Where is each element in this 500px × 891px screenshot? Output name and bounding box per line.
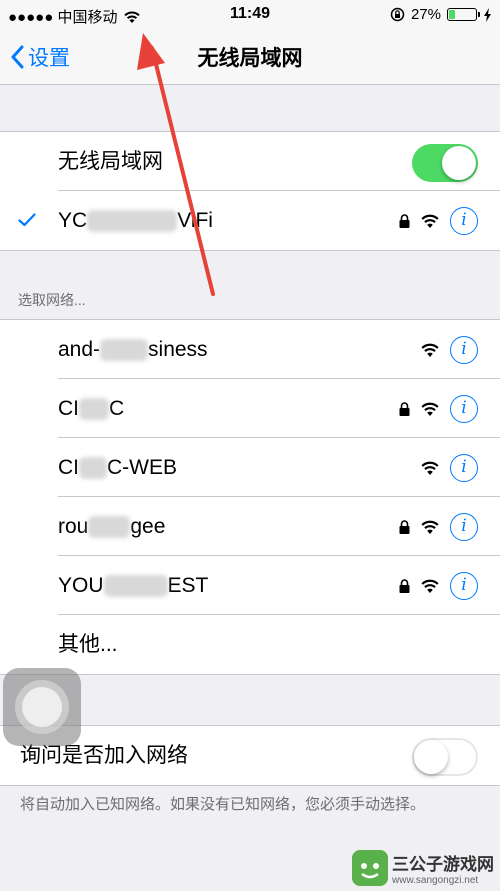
info-icon[interactable]: i [450,394,478,423]
info-icon[interactable]: i [450,335,478,364]
info-icon[interactable]: i [450,571,478,600]
info-icon[interactable]: i [450,453,478,482]
wifi-main-group: 无线局域网 YC ViFi i [0,131,500,251]
network-icons: i [399,497,478,556]
network-name-prefix: YC [58,209,88,232]
wifi-toggle-switch[interactable] [412,144,478,182]
network-name-prefix: YOU [58,574,104,597]
wifi-icon [421,214,439,228]
redacted-blur [87,210,178,233]
wifi-icon [421,579,439,593]
redacted-blur [88,516,131,539]
network-name-suffix: EST [167,574,209,597]
redacted-blur [103,575,168,598]
network-icons: i [399,191,478,250]
battery-fill [449,10,455,19]
network-name-suffix: C [109,397,125,420]
navigation-bar: 设置 无线局域网 [0,30,500,85]
network-row[interactable]: YOU EST i [0,556,500,615]
network-name: rou gee [58,497,165,556]
ask-join-switch[interactable] [412,738,478,776]
connected-network-row[interactable]: YC ViFi i [0,191,500,250]
network-name-suffix: siness [148,338,208,361]
network-icons: i [420,438,478,497]
lock-icon [399,578,410,593]
watermark-text: 三公子游戏网 www.sangongzi.net [392,850,494,886]
assistive-touch-button[interactable] [3,668,81,746]
status-bar: ●●●●● 中国移动 11:49 27% [0,0,500,30]
battery-area: 27% [390,6,492,23]
toggle-knob [414,740,448,774]
network-name: CI C-WEB [58,438,177,497]
assistive-core [22,687,62,727]
redacted-blur [79,398,109,421]
info-icon[interactable]: i [450,512,478,541]
redacted-blur [100,339,149,362]
network-name-suffix: C-WEB [107,456,177,479]
orientation-lock-icon [390,7,405,22]
redacted-blur [79,457,107,480]
charging-icon [484,7,491,22]
other-network-label: 其他... [58,633,118,656]
network-name: and-siness [58,320,208,379]
network-name-prefix: and- [58,338,101,361]
network-list: and-siness i CI Ci CI C-WEB i rou gee i YOU EST i 其他.… [0,319,500,675]
wifi-toggle-row: 无线局域网 [0,132,500,191]
watermark-url: www.sangongzi.net [392,875,479,886]
wifi-icon [421,402,439,416]
battery-percent: 27% [410,6,441,23]
network-name-suffix: gee [130,515,166,538]
checkmark-icon [18,213,36,227]
battery-icon [447,8,480,21]
network-row[interactable]: rou gee i [0,497,500,556]
network-name-prefix: rou [58,515,89,538]
network-name-suffix: ViFi [177,209,213,232]
network-icons: i [399,379,478,438]
network-icons: i [399,556,478,615]
other-network-row[interactable]: 其他... [0,615,500,674]
network-row[interactable]: and-siness i [0,320,500,379]
network-icons: i [420,320,478,379]
watermark-logo [352,850,388,886]
network-name-prefix: CI [58,397,79,420]
page-title: 无线局域网 [197,47,303,70]
connected-network-name: YC ViFi [58,191,213,250]
watermark-title: 三公子游戏网 [392,855,494,874]
info-icon[interactable]: i [450,206,478,235]
lock-icon [399,519,410,534]
wifi-icon [421,520,439,534]
network-name: CI C [58,379,124,438]
wifi-icon [421,343,439,357]
network-name-prefix: CI [58,456,79,479]
network-name: YOU EST [58,556,208,615]
ask-join-description: 将自动加入已知网络。如果没有已知网络，您必须手动选择。 [20,796,426,813]
network-row[interactable]: CI Ci [0,379,500,438]
watermark: 三公子游戏网 www.sangongzi.net [352,850,494,886]
network-row[interactable]: CI C-WEB i [0,438,500,497]
wifi-icon [421,461,439,475]
wifi-toggle-label: 无线局域网 [58,150,163,173]
toggle-knob [442,146,476,180]
lock-icon [399,213,410,228]
lock-icon [399,401,410,416]
choose-network-header: 选取网络... [18,292,86,308]
